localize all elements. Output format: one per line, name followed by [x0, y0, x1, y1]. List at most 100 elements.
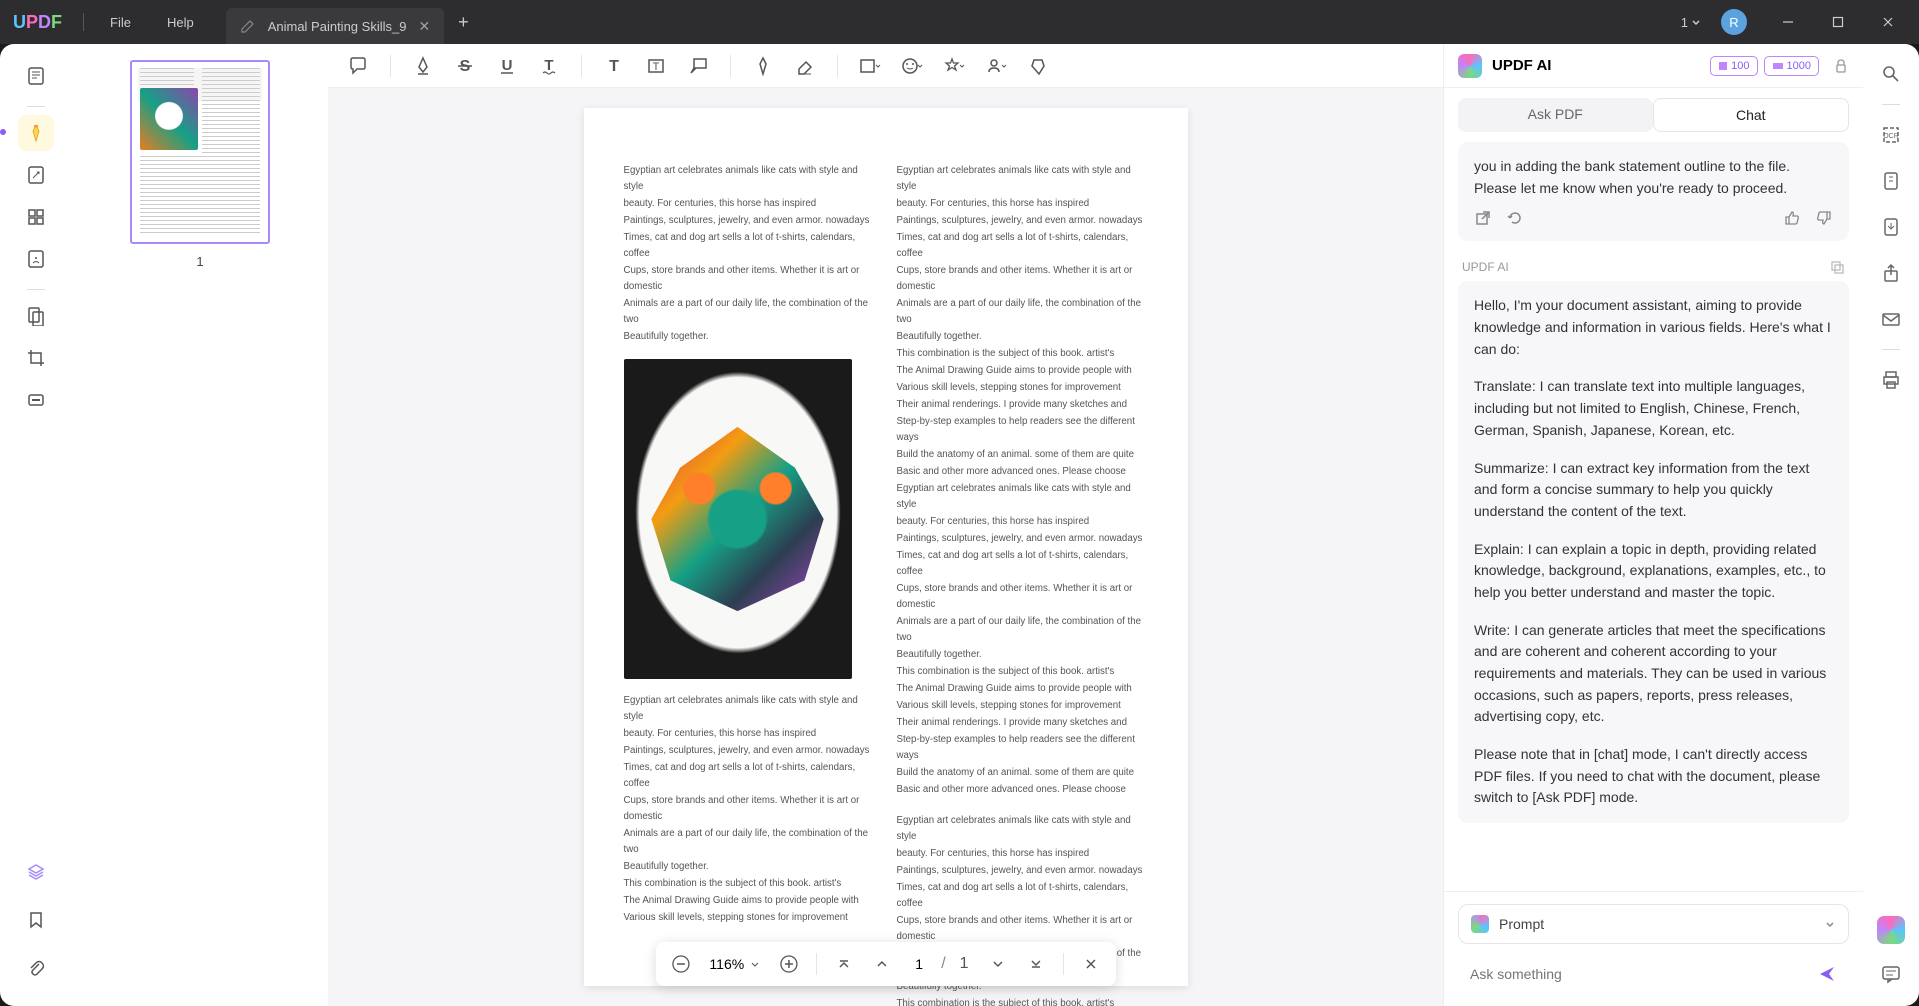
- page-input[interactable]: [905, 956, 933, 972]
- textbox-icon[interactable]: T: [640, 50, 672, 82]
- document-page: Egyptian art celebrates animals like cat…: [584, 108, 1188, 986]
- search-icon[interactable]: [1875, 58, 1907, 90]
- document-area: S U T T T Egyptian art celebrates animal…: [328, 44, 1443, 1006]
- menu-file[interactable]: File: [92, 15, 149, 30]
- print-icon[interactable]: [1875, 364, 1907, 396]
- zoom-out-button[interactable]: [665, 949, 695, 979]
- bookmark-icon[interactable]: [18, 902, 54, 938]
- tab-title: Animal Painting Skills_9: [268, 19, 407, 34]
- zoom-dropdown[interactable]: 116%: [703, 956, 766, 972]
- tools-mode-icon[interactable]: [18, 241, 54, 277]
- document-image: [624, 359, 852, 679]
- new-tab-button[interactable]: +: [444, 12, 483, 33]
- crop-icon[interactable]: [18, 340, 54, 376]
- separator: [27, 106, 45, 107]
- zoom-bar: 116% / 1: [655, 942, 1115, 986]
- close-tab-icon[interactable]: ✕: [418, 18, 430, 35]
- comment-mode-icon[interactable]: [18, 115, 54, 151]
- svg-text:T: T: [544, 57, 553, 74]
- first-page-button[interactable]: [829, 949, 859, 979]
- ai-toggle-icon[interactable]: [1877, 916, 1905, 944]
- tab-edit-icon: [240, 18, 256, 34]
- sticker-icon[interactable]: [896, 50, 928, 82]
- thumbnails-panel: 1: [72, 44, 328, 1006]
- separator: [27, 289, 45, 290]
- ocr-icon[interactable]: OCR: [1875, 119, 1907, 151]
- document-scroll[interactable]: Egyptian art celebrates animals like cat…: [328, 88, 1443, 1006]
- titlebar: UPDF File Help Animal Painting Skills_9 …: [0, 0, 1919, 44]
- strikethrough-icon[interactable]: S: [449, 50, 481, 82]
- last-page-button[interactable]: [1021, 949, 1051, 979]
- flatten-icon[interactable]: [1875, 211, 1907, 243]
- lock-icon[interactable]: [1833, 58, 1849, 74]
- ai-chat-scroll[interactable]: you in adding the bank statement outline…: [1444, 142, 1863, 891]
- eraser-icon[interactable]: [789, 50, 821, 82]
- underline-icon[interactable]: U: [491, 50, 523, 82]
- stamp-icon[interactable]: [938, 50, 970, 82]
- redact-icon[interactable]: [18, 382, 54, 418]
- ai-logo-icon: [1458, 54, 1482, 78]
- thumbs-up-icon[interactable]: [1783, 209, 1801, 227]
- thumbnail-page-number: 1: [88, 254, 312, 269]
- prev-page-button[interactable]: [867, 949, 897, 979]
- user-avatar[interactable]: R: [1721, 9, 1747, 35]
- svg-text:U: U: [502, 57, 513, 74]
- ai-message: Hello, I'm your document assistant, aimi…: [1458, 281, 1849, 823]
- close-window-button[interactable]: [1867, 7, 1909, 37]
- separator: [83, 13, 84, 31]
- ai-tabs: Ask PDF Chat: [1444, 88, 1863, 142]
- menu-help[interactable]: Help: [149, 15, 214, 30]
- compress-icon[interactable]: [1875, 165, 1907, 197]
- copy-icon[interactable]: [1829, 259, 1845, 275]
- signature-icon[interactable]: [980, 50, 1012, 82]
- page-thumbnail[interactable]: [130, 60, 270, 244]
- chat-panel-icon[interactable]: [1875, 958, 1907, 990]
- ai-title: UPDF AI: [1492, 57, 1551, 74]
- squiggly-icon[interactable]: T: [533, 50, 565, 82]
- next-page-button[interactable]: [983, 949, 1013, 979]
- more-tools-icon[interactable]: [1022, 50, 1054, 82]
- tab-chat[interactable]: Chat: [1653, 98, 1850, 132]
- edit-mode-icon[interactable]: [18, 157, 54, 193]
- reader-mode-icon[interactable]: [18, 58, 54, 94]
- thumbs-down-icon[interactable]: [1815, 209, 1833, 227]
- tab-ask-pdf[interactable]: Ask PDF: [1458, 98, 1653, 132]
- chat-input[interactable]: [1470, 966, 1807, 982]
- callout-icon[interactable]: [682, 50, 714, 82]
- text-icon[interactable]: T: [598, 50, 630, 82]
- send-button[interactable]: [1817, 964, 1837, 984]
- attachment-icon[interactable]: [18, 950, 54, 986]
- highlight-icon[interactable]: [407, 50, 439, 82]
- page-separator: /: [941, 955, 945, 973]
- document-tab[interactable]: Animal Painting Skills_9 ✕: [226, 8, 444, 44]
- credit-badge-2[interactable]: 1000: [1764, 56, 1819, 76]
- svg-text:OCR: OCR: [1883, 133, 1899, 140]
- organize-pages-icon[interactable]: [18, 199, 54, 235]
- page-column-right: Egyptian art celebrates animals like cat…: [897, 163, 1148, 1006]
- maximize-button[interactable]: [1817, 7, 1859, 37]
- external-link-icon[interactable]: [1474, 209, 1492, 227]
- share-icon[interactable]: [1875, 257, 1907, 289]
- zoom-in-button[interactable]: [774, 949, 804, 979]
- minimize-button[interactable]: [1767, 7, 1809, 37]
- close-zoom-bar-button[interactable]: [1076, 949, 1106, 979]
- prompt-dropdown[interactable]: Prompt: [1458, 904, 1849, 944]
- total-pages: 1: [954, 955, 975, 973]
- ai-header: UPDF AI 100 1000: [1444, 44, 1863, 88]
- rectangle-icon[interactable]: [854, 50, 886, 82]
- regenerate-icon[interactable]: [1506, 209, 1524, 227]
- fill-sign-icon[interactable]: [18, 298, 54, 334]
- page-column-left: Egyptian art celebrates animals like cat…: [624, 163, 875, 1006]
- app-logo: UPDF: [0, 12, 75, 33]
- ai-message: you in adding the bank statement outline…: [1458, 142, 1849, 241]
- right-tool-rail: OCR: [1863, 44, 1919, 1006]
- svg-text:T: T: [609, 58, 619, 75]
- ai-panel: UPDF AI 100 1000 Ask PDF Chat you in add…: [1443, 44, 1863, 1006]
- email-icon[interactable]: [1875, 303, 1907, 335]
- sticky-note-icon[interactable]: [342, 50, 374, 82]
- ai-sender-label: UPDF AI: [1458, 253, 1849, 281]
- pencil-icon[interactable]: [747, 50, 779, 82]
- layers-icon[interactable]: [18, 854, 54, 890]
- credit-badge-1[interactable]: 100: [1710, 56, 1757, 76]
- account-dropdown[interactable]: 1: [1681, 15, 1701, 30]
